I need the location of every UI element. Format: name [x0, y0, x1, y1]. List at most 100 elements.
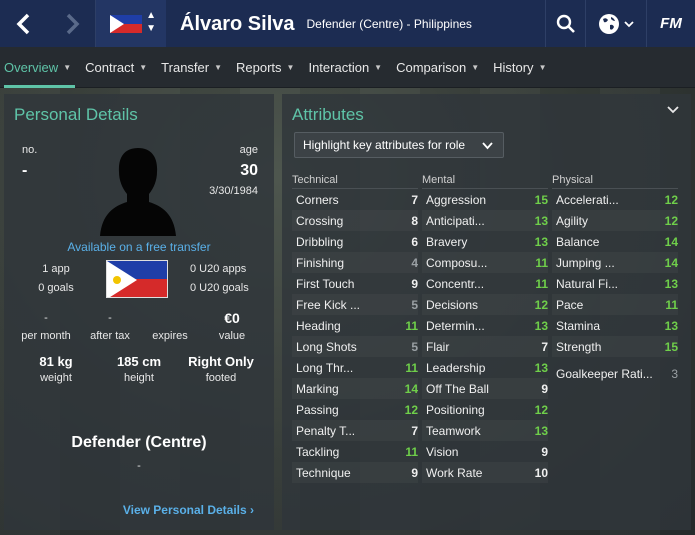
search-button[interactable]: [545, 0, 585, 47]
tab-interaction[interactable]: Interaction ▼: [308, 47, 392, 88]
attribute-value: 13: [534, 234, 548, 249]
goalkeeper-rating-row[interactable]: Goalkeeper Rati... 3: [552, 363, 678, 384]
chevron-down-icon: ▼: [471, 62, 480, 72]
attribute-row[interactable]: Decisions 12: [422, 294, 548, 315]
apps-count: 1 app: [42, 263, 70, 275]
attribute-row[interactable]: Penalty T... 7: [292, 420, 418, 441]
attribute-row[interactable]: Positioning 12: [422, 399, 548, 420]
attribute-row[interactable]: First Touch 9: [292, 273, 418, 294]
attribute-row[interactable]: Off The Ball 9: [422, 378, 548, 399]
preferred-foot-label: footed: [205, 372, 237, 384]
attribute-row[interactable]: Passing 12: [292, 399, 418, 420]
column-heading: Technical: [292, 173, 418, 189]
tab-transfer[interactable]: Transfer ▼: [161, 47, 232, 88]
attribute-row[interactable]: Composu... 11: [422, 252, 548, 273]
attribute-row[interactable]: Finishing 4: [292, 252, 418, 273]
tab-reports[interactable]: Reports ▼: [236, 47, 304, 88]
date-of-birth: 3/30/1984: [209, 185, 258, 197]
back-button[interactable]: [0, 0, 48, 47]
forward-button[interactable]: [48, 0, 96, 47]
chevron-right-icon: [66, 13, 79, 34]
attribute-row[interactable]: Accelerati... 12: [552, 189, 678, 210]
attribute-name: Natural Fi...: [556, 276, 619, 291]
attribute-value: 11: [405, 444, 418, 459]
attribute-row[interactable]: Free Kick ... 5: [292, 294, 418, 315]
attribute-row[interactable]: Dribbling 6: [292, 231, 418, 252]
highlight-role-dropdown[interactable]: Highlight key attributes for role: [294, 132, 504, 158]
chevron-down-icon[interactable]: [667, 106, 679, 114]
globe-menu-button[interactable]: [585, 0, 647, 47]
tab-overview[interactable]: Overview ▼: [4, 47, 81, 88]
attribute-name: Pace: [556, 297, 584, 312]
player-name: Álvaro Silva: [180, 13, 295, 35]
attribute-list: Corners 7 Crossing 8 Dribbling 6 Finishing 4 Fir…: [292, 189, 418, 483]
attribute-row[interactable]: Natural Fi... 13: [552, 273, 678, 294]
attribute-row[interactable]: Crossing 8: [292, 210, 418, 231]
attribute-row[interactable]: Jumping ... 14: [552, 252, 678, 273]
attribute-value: 5: [411, 297, 418, 312]
attribute-row[interactable]: Corners 7: [292, 189, 418, 210]
attribute-value: 11: [405, 360, 418, 375]
tab-comparison[interactable]: Comparison ▼: [396, 47, 489, 88]
column-heading: Physical: [552, 173, 678, 189]
attribute-value: 12: [664, 192, 678, 207]
attribute-name: Goalkeeper Rati...: [556, 366, 653, 381]
value-label: value: [218, 330, 246, 342]
attribute-row[interactable]: Agility 12: [552, 210, 678, 231]
tab-history[interactable]: History ▼: [493, 47, 556, 88]
attribute-name: Flair: [426, 339, 450, 354]
attribute-row[interactable]: Work Rate 10: [422, 462, 548, 483]
attribute-row[interactable]: Heading 11: [292, 315, 418, 336]
attribute-value: 14: [664, 234, 678, 249]
personal-details-panel: Personal Details no. - age 30 3/30/1984 …: [4, 94, 274, 530]
attribute-name: Penalty T...: [296, 423, 356, 438]
attribute-name: Decisions: [426, 297, 479, 312]
attribute-row[interactable]: Bravery 13: [422, 231, 548, 252]
attribute-value: 13: [534, 360, 548, 375]
attribute-name: Anticipati...: [426, 213, 485, 228]
attribute-name: Tackling: [296, 444, 340, 459]
attribute-row[interactable]: Marking 14: [292, 378, 418, 399]
player-value: €0: [224, 310, 240, 326]
nation-selector[interactable]: ▲ ▼: [96, 0, 166, 47]
attribute-name: Balance: [556, 234, 600, 249]
player-silhouette-icon: [100, 148, 176, 236]
u20-goals-count: 0 U20 goals: [190, 282, 249, 294]
chevron-down-icon: ▼: [286, 62, 295, 72]
chevron-left-icon: [16, 13, 30, 34]
attribute-value: 9: [541, 444, 548, 459]
attribute-row[interactable]: Teamwork 13: [422, 420, 548, 441]
attribute-row[interactable]: Leadership 13: [422, 357, 548, 378]
attribute-value: 15: [664, 339, 678, 354]
attribute-value: 12: [534, 297, 548, 312]
technical-column: Technical Corners 7 Crossing 8 Dribbling 6 Fini…: [292, 173, 418, 483]
attribute-row[interactable]: Balance 14: [552, 231, 678, 252]
attribute-value: 9: [541, 381, 548, 396]
attribute-row[interactable]: Vision 9: [422, 441, 548, 462]
tab-contract[interactable]: Contract ▼: [85, 47, 157, 88]
attribute-name: Passing: [296, 402, 339, 417]
attribute-row[interactable]: Long Thr... 11: [292, 357, 418, 378]
attribute-list: Accelerati... 12 Agility 12 Balance 14 Jumping…: [552, 189, 678, 357]
attribute-row[interactable]: Determin... 13: [422, 315, 548, 336]
view-personal-details-link[interactable]: View Personal Details ›: [123, 503, 254, 517]
u20-apps-count: 0 U20 apps: [190, 263, 247, 275]
up-down-arrows-icon[interactable]: ▲ ▼: [146, 9, 156, 35]
attribute-row[interactable]: Technique 9: [292, 462, 418, 483]
attribute-row[interactable]: Aggression 15: [422, 189, 548, 210]
attribute-row[interactable]: Pace 11: [552, 294, 678, 315]
attribute-name: Bravery: [426, 234, 468, 249]
attribute-row[interactable]: Anticipati... 13: [422, 210, 548, 231]
attribute-row[interactable]: Tackling 11: [292, 441, 418, 462]
attribute-row[interactable]: Flair 7: [422, 336, 548, 357]
height-value: 185 cm: [116, 354, 162, 369]
attribute-name: Heading: [296, 318, 341, 333]
attribute-name: Concentr...: [426, 276, 485, 291]
attribute-row[interactable]: Strength 15: [552, 336, 678, 357]
attribute-row[interactable]: Stamina 13: [552, 315, 678, 336]
transfer-status-link[interactable]: Available on a free transfer: [4, 240, 274, 254]
attribute-value: 4: [411, 255, 418, 270]
attribute-row[interactable]: Long Shots 5: [292, 336, 418, 357]
fm-logo[interactable]: FM: [647, 0, 695, 47]
attribute-row[interactable]: Concentr... 11: [422, 273, 548, 294]
